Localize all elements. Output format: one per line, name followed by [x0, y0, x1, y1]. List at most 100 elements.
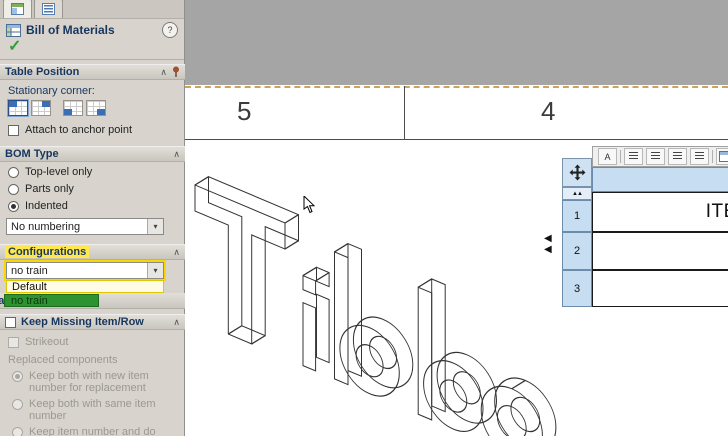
section-keep-missing[interactable]: Keep Missing Item/Row ∧: [0, 314, 185, 330]
table-expand-markers[interactable]: ◀ ◀: [544, 233, 552, 255]
align-right-icon[interactable]: [668, 148, 687, 165]
table-move-handle[interactable]: [562, 158, 592, 187]
bom-cell-row1[interactable]: 1: [592, 232, 728, 270]
bom-cell-row2[interactable]: 2: [592, 270, 728, 307]
keep-item-number-label: Keep item number and do not: [29, 426, 156, 436]
section-bom-type[interactable]: BOM Type ∧: [0, 146, 185, 162]
align-left-glyph: [629, 152, 638, 161]
keep-item-number-row: Keep item number and do not: [12, 426, 174, 436]
top-level-only-label[interactable]: Top-level only: [25, 166, 92, 178]
strikeout-label: Strikeout: [25, 336, 69, 348]
property-manager-tab-icon: [11, 3, 24, 15]
configurations-value: no train: [11, 264, 48, 277]
chevron-up-icon[interactable]: ∧: [173, 149, 180, 159]
strikeout-row: Strikeout: [8, 336, 178, 348]
corner-indicator: [64, 109, 72, 115]
font-icon-letter: A: [604, 151, 611, 162]
align-center-icon[interactable]: [646, 148, 665, 165]
tab-configurations[interactable]: [34, 0, 63, 18]
row-header-1[interactable]: 1: [562, 200, 592, 232]
align-center-glyph: [651, 152, 660, 161]
configurations-dropdown[interactable]: no train ▾: [6, 262, 164, 279]
keep-same-item-radio[interactable]: [12, 399, 23, 410]
row-header-3[interactable]: 3: [562, 270, 592, 307]
dropdown-option-default[interactable]: Default: [6, 280, 164, 293]
corner-bottom-left-button[interactable]: [63, 100, 83, 116]
tab-property-manager[interactable]: [3, 0, 32, 18]
corner-bottom-right-button[interactable]: [86, 100, 106, 116]
isometric-sketch-text[interactable]: [185, 85, 605, 436]
align-left-icon[interactable]: [624, 148, 643, 165]
chevron-up-icon[interactable]: ∧: [173, 317, 180, 327]
panel-title: Bill of Materials: [26, 23, 115, 37]
section-table-position[interactable]: Table Position ∧: [0, 64, 185, 80]
parts-only-label[interactable]: Parts only: [25, 183, 74, 195]
corner-indicator: [42, 101, 50, 107]
table-header-glyph: [719, 151, 728, 162]
toolbar-separator: [712, 150, 713, 163]
keep-same-item-row: Keep both with same item number: [12, 398, 174, 422]
chevron-down-icon[interactable]: ▾: [147, 219, 163, 234]
align-right-glyph: [673, 152, 682, 161]
section-title: Keep Missing Item/Row: [21, 316, 144, 328]
top-level-only-radio[interactable]: [8, 166, 19, 178]
corner-top-right-button[interactable]: [31, 100, 51, 116]
move-cross-icon: [569, 164, 585, 181]
stationary-corner-label: Stationary corner:: [8, 85, 95, 97]
align-justify-icon[interactable]: [690, 148, 709, 165]
bill-of-materials-icon: [6, 23, 21, 37]
chevron-up-icon[interactable]: ∧: [173, 247, 180, 257]
keep-missing-checkbox[interactable]: [5, 316, 16, 328]
section-configurations[interactable]: Configurations ∧: [0, 244, 185, 260]
keep-new-item-radio[interactable]: [12, 371, 23, 382]
section-title: Configurations: [5, 246, 90, 258]
expand-left-icon: ◀: [544, 244, 552, 255]
table-header-icon[interactable]: [716, 148, 728, 165]
corner-indicator: [97, 109, 105, 115]
drawing-background: [185, 0, 728, 85]
chevron-up-icon[interactable]: ∧: [160, 67, 167, 77]
parts-only-radio[interactable]: [8, 183, 19, 195]
indented-row: Indented: [8, 200, 178, 212]
drawing-area[interactable]: 5 4 A ▲▲ ◀ ◀ 1 2 3 IT: [185, 0, 728, 436]
font-icon[interactable]: A: [598, 148, 617, 165]
sort-up-icon: ▲▲: [572, 190, 583, 197]
attach-anchor-label[interactable]: Attach to anchor point: [25, 124, 132, 136]
keep-new-item-label: Keep both with new item number for repla…: [29, 370, 149, 394]
keep-new-item-row: Keep both with new item number for repla…: [12, 370, 174, 394]
configurations-tab-icon: [42, 3, 55, 15]
dropdown-option-no-train[interactable]: no train: [4, 294, 99, 307]
extrusion-edges: [194, 176, 526, 390]
keep-item-number-radio[interactable]: [12, 427, 23, 436]
toolbar-separator: [620, 150, 621, 163]
column-header-a[interactable]: A: [592, 167, 728, 192]
pushpin-icon[interactable]: [172, 66, 180, 78]
stationary-corner-label-row: Stationary corner:: [8, 85, 178, 97]
keep-same-item-label: Keep both with same item number: [29, 398, 156, 422]
panel-divider: [0, 59, 184, 60]
solidworks-window: 5 4 A ▲▲ ◀ ◀ 1 2 3 IT Bill of Materials …: [0, 0, 728, 436]
mouse-cursor: [303, 196, 316, 214]
corner-top-left-button[interactable]: [8, 100, 28, 116]
expand-left-icon: ◀: [544, 233, 552, 244]
table-format-toolbar: A Σ: [592, 146, 728, 167]
chevron-down-icon[interactable]: ▾: [147, 263, 163, 278]
numbering-dropdown[interactable]: No numbering ▾: [6, 218, 164, 235]
bom-cell-item-no[interactable]: ITEM NO.: [592, 192, 728, 232]
indented-label[interactable]: Indented: [25, 200, 68, 212]
section-title: BOM Type: [5, 148, 59, 160]
replaced-components-label: Replaced components: [8, 354, 118, 366]
attach-anchor-row: Attach to anchor point: [8, 124, 178, 136]
strikeout-checkbox[interactable]: [8, 336, 19, 348]
parts-only-row: Parts only: [8, 183, 178, 195]
table-sort-buttons[interactable]: ▲▲: [562, 187, 592, 200]
help-icon[interactable]: ?: [162, 22, 178, 38]
corner-indicator: [9, 101, 17, 107]
replaced-components-row: Replaced components: [8, 354, 178, 366]
ok-button[interactable]: ✓: [8, 39, 21, 55]
top-level-only-row: Top-level only: [8, 166, 178, 178]
row-header-2[interactable]: 2: [562, 232, 592, 270]
indented-radio[interactable]: [8, 200, 19, 212]
numbering-value: No numbering: [11, 220, 81, 233]
attach-anchor-checkbox[interactable]: [8, 124, 19, 136]
